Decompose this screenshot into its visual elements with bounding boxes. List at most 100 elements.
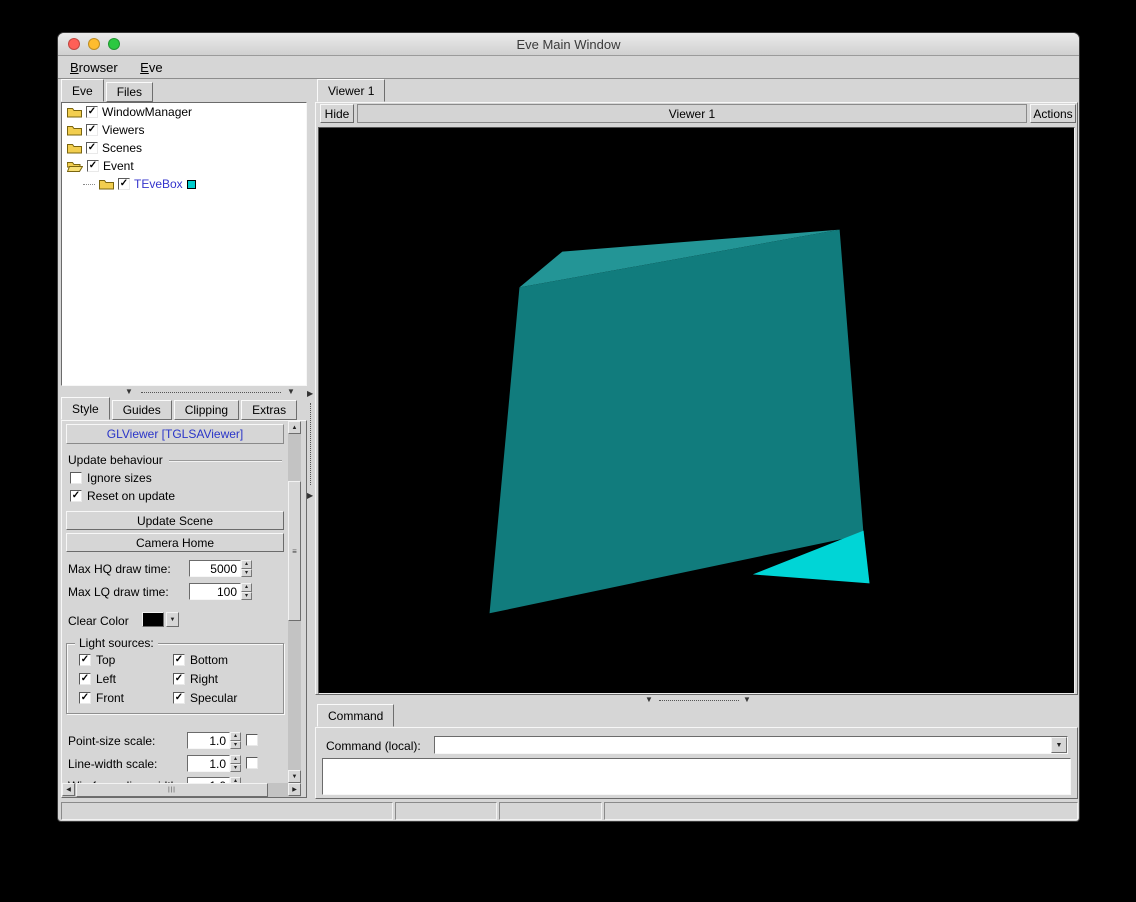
tree-item-event[interactable]: ✓ Event — [62, 157, 306, 175]
spin-down-icon[interactable]: ▾ — [230, 763, 241, 772]
splitter-collapse-icon[interactable]: ▼ — [125, 387, 133, 397]
splitter-handle[interactable] — [141, 392, 281, 393]
clear-color-swatch[interactable] — [142, 612, 164, 627]
camera-home-button[interactable]: Camera Home — [66, 533, 284, 552]
panel-splitter[interactable]: ▶ ▶ — [307, 79, 315, 801]
splitter-handle[interactable] — [310, 403, 311, 485]
spin-down-icon[interactable]: ▾ — [241, 568, 252, 577]
reset-on-update-row[interactable]: ✓ Reset on update — [70, 488, 175, 503]
light-bottom-row[interactable]: ✓ Bottom — [173, 652, 228, 667]
item-checkbox[interactable]: ✓ — [86, 124, 98, 136]
light-bottom-checkbox[interactable]: ✓ — [173, 653, 185, 666]
scroll-left-icon: ◀ — [66, 787, 71, 793]
viewer-command-splitter[interactable]: ▼ ▼ — [315, 695, 1078, 705]
line-width-entry[interactable]: 1.0 — [187, 755, 230, 772]
item-checkbox[interactable]: ✓ — [87, 160, 99, 172]
tree-item-viewers[interactable]: ✓ Viewers — [62, 121, 306, 139]
scroll-down-icon: ▼ — [291, 773, 298, 780]
item-checkbox[interactable]: ✓ — [86, 106, 98, 118]
folder-icon — [99, 180, 114, 190]
light-specular-row[interactable]: ✓ Specular — [173, 690, 237, 705]
tree-item-scenes[interactable]: ✓ Scenes — [62, 139, 306, 157]
light-left-checkbox[interactable]: ✓ — [79, 672, 91, 685]
light-left-label: Left — [96, 671, 117, 686]
glviewer-banner[interactable]: GLViewer [TGLSAViewer] — [66, 424, 284, 444]
max-lq-entry[interactable]: 100 — [189, 583, 241, 600]
line-width-label: Line-width scale: — [68, 757, 158, 771]
splitter-collapse-icon[interactable]: ▼ — [287, 387, 295, 397]
tab-eve[interactable]: Eve — [61, 79, 104, 102]
light-right-checkbox[interactable]: ✓ — [173, 672, 185, 685]
minimize-button[interactable] — [88, 38, 100, 50]
actions-button[interactable]: Actions — [1030, 104, 1076, 123]
ignore-sizes-checkbox[interactable] — [70, 471, 82, 484]
spin-up-icon[interactable]: ▴ — [241, 583, 252, 592]
light-front-label: Front — [96, 690, 125, 705]
scrollbar-thumb[interactable]: ≡ — [288, 481, 301, 621]
point-size-checkbox[interactable] — [246, 734, 258, 746]
reset-on-update-checkbox[interactable]: ✓ — [70, 489, 82, 502]
command-output-box[interactable] — [322, 758, 1071, 795]
update-scene-button[interactable]: Update Scene — [66, 511, 284, 530]
spin-down-icon[interactable]: ▾ — [241, 591, 252, 600]
light-right-label: Right — [190, 671, 219, 686]
scroll-left-button[interactable]: ◀ — [62, 783, 75, 796]
gl-viewport[interactable] — [318, 127, 1075, 694]
max-lq-row: Max LQ draw time: 100 ▴ ▾ — [62, 583, 288, 600]
tab-style[interactable]: Style — [61, 397, 110, 420]
point-size-entry[interactable]: 1.0 — [187, 732, 230, 749]
tab-command[interactable]: Command — [317, 704, 395, 727]
ignore-sizes-row[interactable]: Ignore sizes — [70, 470, 152, 485]
status-section-4 — [604, 802, 1078, 820]
tab-extras[interactable]: Extras — [241, 400, 298, 420]
item-checkbox[interactable]: ✓ — [118, 178, 130, 190]
scroll-right-button[interactable]: ▶ — [288, 783, 301, 796]
splitter-handle[interactable] — [659, 700, 739, 701]
zoom-button[interactable] — [108, 38, 120, 50]
hide-button[interactable]: Hide — [320, 104, 354, 123]
light-front-row[interactable]: ✓ Front — [79, 690, 124, 705]
menu-browser[interactable]: Browser — [61, 57, 127, 77]
style-horizontal-scrollbar[interactable]: ◀ ||| ▶ — [62, 783, 301, 797]
tab-guides[interactable]: Guides — [111, 400, 172, 420]
light-top-row[interactable]: ✓ Top — [79, 652, 115, 667]
light-specular-checkbox[interactable]: ✓ — [173, 691, 185, 704]
max-hq-entry[interactable]: 5000 — [189, 560, 241, 577]
tab-clipping[interactable]: Clipping — [173, 400, 240, 420]
light-top-checkbox[interactable]: ✓ — [79, 653, 91, 666]
item-checkbox[interactable]: ✓ — [86, 142, 98, 154]
viewer-title-bar[interactable]: Viewer 1 — [357, 104, 1027, 123]
style-vertical-scrollbar[interactable]: ▲ ≡ ▼ — [288, 421, 301, 783]
tab-viewer-1[interactable]: Viewer 1 — [317, 79, 386, 102]
window-titlebar[interactable]: Eve Main Window — [58, 33, 1079, 56]
eve-object-tree: ✓ WindowManager ✓ Viewers ✓ Scenes ✓ Eve… — [61, 102, 307, 386]
line-width-checkbox[interactable] — [246, 757, 258, 769]
clear-color-row: Clear Color ▼ — [62, 612, 288, 629]
command-input-combobox[interactable]: ▼ — [434, 736, 1068, 754]
menu-eve[interactable]: Eve — [131, 57, 171, 77]
tree-item-tevebox[interactable]: ✓ TEveBox — [62, 175, 306, 193]
spin-up-icon[interactable]: ▴ — [230, 732, 241, 741]
spin-up-icon[interactable]: ▴ — [230, 755, 241, 764]
max-hq-label: Max HQ draw time: — [68, 562, 171, 576]
scroll-down-button[interactable]: ▼ — [288, 770, 301, 783]
light-left-row[interactable]: ✓ Left — [79, 671, 116, 686]
clear-color-dropdown-button[interactable]: ▼ — [166, 612, 179, 627]
splitter-collapse-icon[interactable]: ▼ — [645, 695, 653, 705]
scroll-up-button[interactable]: ▲ — [288, 421, 301, 434]
spin-up-icon[interactable]: ▴ — [241, 560, 252, 569]
tab-files[interactable]: Files — [105, 82, 154, 102]
splitter-collapse-icon[interactable]: ▶ — [307, 389, 313, 399]
splitter-collapse-icon[interactable]: ▼ — [743, 695, 751, 705]
light-right-row[interactable]: ✓ Right — [173, 671, 218, 686]
command-dropdown-button[interactable]: ▼ — [1051, 737, 1067, 753]
scrollbar-thumb[interactable]: ||| — [76, 783, 268, 797]
tevebox-3d-render — [489, 229, 870, 614]
tree-connector — [83, 183, 95, 185]
close-button[interactable] — [68, 38, 80, 50]
light-front-checkbox[interactable]: ✓ — [79, 691, 91, 704]
splitter-collapse-icon[interactable]: ▶ — [307, 491, 313, 501]
tree-item-windowmanager[interactable]: ✓ WindowManager — [62, 103, 306, 121]
viewer-header: Hide Viewer 1 Actions — [316, 103, 1077, 125]
spin-down-icon[interactable]: ▾ — [230, 740, 241, 749]
